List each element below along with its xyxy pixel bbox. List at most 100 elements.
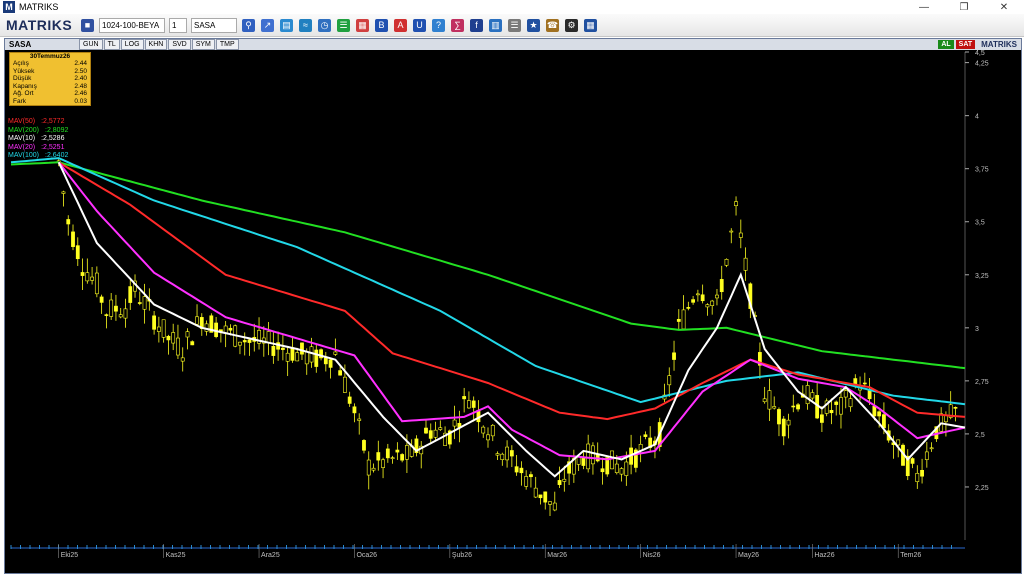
candle-body <box>137 302 142 304</box>
legend-value: :2,5286 <box>41 135 65 142</box>
sat-button[interactable]: SAT <box>955 40 976 49</box>
window-number-combo[interactable]: 1 <box>169 17 187 33</box>
brand-logo: MATRIKS <box>6 17 73 33</box>
save-icon[interactable]: ■ <box>81 18 94 32</box>
candle-body <box>295 352 300 362</box>
help-icon[interactable]: ? <box>432 18 445 32</box>
maximize-button[interactable]: ❐ <box>944 0 984 14</box>
candle-body <box>462 396 467 400</box>
undo-icon[interactable]: U <box>413 18 426 32</box>
tab-sym[interactable]: SYM <box>191 39 215 50</box>
candle-body <box>118 314 123 318</box>
symbol-combo[interactable]: SASA <box>191 17 237 33</box>
chart-symbol: SASA <box>9 40 32 49</box>
chart-brand: MATRIKS <box>981 40 1017 49</box>
bell-icon[interactable]: ☎ <box>546 18 559 32</box>
candle-body <box>333 351 338 355</box>
candle-body <box>667 375 672 386</box>
list-icon[interactable]: ☰ <box>337 18 350 32</box>
ohlc-value: 2.50 <box>74 67 87 75</box>
settings-icon[interactable]: ⚙ <box>565 18 578 32</box>
formula-icon[interactable]: f <box>470 18 483 32</box>
calendar-icon[interactable]: ▦ <box>584 18 597 32</box>
candle-body <box>920 469 924 477</box>
candle-body <box>557 480 562 485</box>
price-chart[interactable]: 4,5 4,25 4 3,75 3,5 3,25 3 2,75 2,5 2,25 Eki25 Kas2… <box>5 50 1021 561</box>
ohlc-value: 2.40 <box>74 75 87 82</box>
candle-body <box>600 468 605 473</box>
candle-body <box>228 327 233 331</box>
candle-body <box>104 314 109 316</box>
tab-gun[interactable]: GUN <box>79 39 103 50</box>
close-button[interactable]: ✕ <box>984 0 1024 14</box>
clock-icon[interactable]: ◷ <box>318 18 331 32</box>
tab-khn[interactable]: KHN <box>144 39 168 50</box>
alert-icon[interactable]: A <box>394 18 407 32</box>
calc-icon[interactable]: ∑ <box>451 18 464 32</box>
candle-body <box>552 502 557 511</box>
candle-body <box>839 397 843 415</box>
legend-name: MAV(200) <box>8 126 39 134</box>
candle-body <box>471 400 476 408</box>
candle-body <box>166 335 171 341</box>
candle-body <box>695 293 700 296</box>
chart-icon[interactable]: ▤ <box>280 18 293 32</box>
candle-body <box>791 405 796 408</box>
al-button[interactable]: AL <box>938 40 954 49</box>
tool-icon[interactable]: ↗ <box>261 18 274 32</box>
legend-value: :2,5251 <box>41 143 65 151</box>
grid-icon[interactable]: ▦ <box>356 18 369 32</box>
main-toolbar: MATRIKS ■ 1024-100-BEYA 1 SASA ⚲ ↗ ▤ ≈ ◷… <box>0 14 1024 37</box>
legend-name: MAV(100) <box>8 152 39 159</box>
candle-body <box>61 191 66 194</box>
candle-body <box>114 305 118 312</box>
ohlc-row: Açılış 2.44 <box>10 60 90 68</box>
indicator-icon[interactable]: ≈ <box>299 18 312 32</box>
candle-body <box>715 294 719 299</box>
layout-combo[interactable]: 1024-100-BEYA <box>99 17 165 33</box>
candle-body <box>424 427 428 434</box>
app-logo-icon: M <box>3 1 15 13</box>
candle-body <box>271 346 276 356</box>
tab-log[interactable]: LOG <box>120 39 144 50</box>
candle-body <box>519 467 524 474</box>
candle-body <box>328 359 333 368</box>
news-icon[interactable]: ☰ <box>508 18 521 32</box>
bold-icon[interactable]: B <box>375 18 388 32</box>
candle-body <box>719 279 724 293</box>
scan-icon[interactable]: ▥ <box>489 18 502 32</box>
tab-tl[interactable]: TL <box>103 39 120 50</box>
candle-body <box>400 454 405 461</box>
legend-entry: MAV(20):2,5251 <box>8 144 68 153</box>
ma-line-mav20 <box>57 161 966 461</box>
candle-body <box>438 427 443 430</box>
candle-body <box>872 405 877 417</box>
candle-body <box>109 299 114 317</box>
x-tick-label: Tem26 <box>900 552 921 559</box>
search-icon[interactable]: ⚲ <box>242 18 255 32</box>
ohlc-box: 30Temmuz26 Açılış 2.44 Yüksek 2.50 Düşük 2.40… <box>9 52 91 106</box>
x-tick-label: Mar26 <box>547 552 567 559</box>
y-tick-label: 2,75 <box>975 379 989 386</box>
candle-body <box>304 351 309 365</box>
portfolio-icon[interactable]: ★ <box>527 18 540 32</box>
candle-body <box>500 453 505 460</box>
ohlc-label: Ağ. Ort <box>13 90 34 97</box>
candle-body <box>829 410 834 414</box>
tab-svd[interactable]: SVD <box>168 39 191 50</box>
tab-tmp[interactable]: TMP <box>215 39 239 50</box>
candle-body <box>686 307 691 309</box>
candle-body <box>915 473 920 482</box>
candle-body <box>85 272 90 282</box>
candle-body <box>128 286 133 303</box>
candle-body <box>834 401 839 405</box>
candle-body <box>796 404 800 410</box>
ma-line-mav50 <box>58 161 966 421</box>
ohlc-row: Yüksek 2.50 <box>10 68 90 76</box>
candle-body <box>953 407 958 409</box>
candle-body <box>395 449 400 453</box>
candle-body <box>300 342 304 355</box>
ohlc-label: Fark <box>13 97 26 105</box>
minimize-button[interactable]: — <box>904 0 944 14</box>
candle-body <box>376 452 381 461</box>
